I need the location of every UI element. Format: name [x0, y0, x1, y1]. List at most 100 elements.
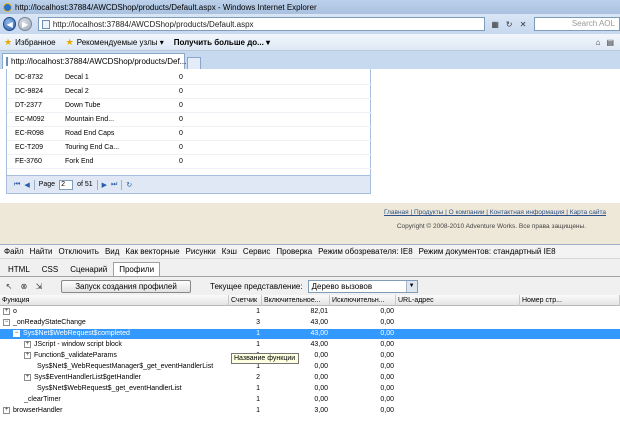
suggested-sites-button[interactable]: ★ Рекомендуемые узлы ▾ [66, 37, 164, 48]
stop-icon[interactable]: ✕ [518, 19, 528, 29]
col-url[interactable]: URL-адрес [396, 295, 520, 306]
tab-css[interactable]: CSS [36, 262, 64, 276]
search-input[interactable]: Search AOL [534, 17, 620, 31]
tab-profiler[interactable]: Профили [113, 262, 161, 276]
menu-outline[interactable]: Как векторные [125, 247, 179, 256]
menu-disable[interactable]: Отключить [59, 247, 99, 256]
menu-cache[interactable]: Кэш [222, 247, 237, 256]
prev-page-icon[interactable]: ◀ [24, 181, 29, 189]
forward-button[interactable]: ▶ [18, 17, 32, 31]
feeds-icon[interactable]: ▤ [606, 38, 614, 47]
tree-row[interactable]: Sys$Net$_WebRequestManager$_get_eventHan… [0, 362, 620, 372]
tree-row[interactable]: + o 1 82,01 0,00 [0, 307, 620, 317]
exclusive-cell: 0,00 [380, 396, 394, 403]
current-view-select[interactable]: Дерево вызовов ▼ [307, 279, 418, 293]
tree-row[interactable]: + Sys$EventHandlerList$getHandler 2 0,00 … [0, 373, 620, 383]
collapse-icon[interactable]: − [3, 318, 10, 326]
address-tools: ▦ ↻ ✕ [490, 19, 528, 29]
table-row[interactable]: EC-T209 Touring End Ca... 0 [7, 141, 372, 155]
inclusive-cell: 43,00 [310, 330, 328, 337]
count-cell: 1 [256, 330, 260, 337]
tab-script[interactable]: Сценарий [64, 262, 113, 276]
browser-tab[interactable]: http://localhost:37884/AWCDShop/products… [2, 53, 186, 69]
pager-separator [33, 179, 35, 190]
inclusive-cell: 3,00 [314, 407, 328, 414]
menu-document-mode[interactable]: Режим документов: стандартный IE8 [419, 247, 556, 256]
table-row[interactable]: DC-9824 Decal 2 0 [7, 85, 372, 99]
exclusive-cell: 0,00 [380, 352, 394, 359]
menu-file[interactable]: Файл [4, 247, 24, 256]
expand-icon[interactable]: + [24, 340, 31, 348]
favorites-button[interactable]: ★ Избранное [4, 37, 56, 48]
home-icon[interactable]: ⌂ [596, 38, 601, 47]
expand-icon[interactable]: + [3, 307, 10, 315]
table-row[interactable]: DT-2377 Down Tube 0 [7, 99, 372, 113]
title-bar: http://localhost:37884/AWCDShop/products… [0, 0, 620, 14]
tree-row[interactable]: Sys$Net$WebRequest$_get_eventHandlerList… [0, 384, 620, 394]
start-profiling-button[interactable]: Запуск создания профилей [61, 279, 191, 293]
function-name: Function$_validateParams [34, 352, 117, 359]
url-input[interactable]: http://localhost:37884/AWCDShop/products… [37, 17, 486, 31]
function-cell: + JScript - window script block [24, 340, 229, 350]
refresh-grid-icon[interactable]: ↻ [126, 181, 132, 189]
clear-icon[interactable]: ⊗ [19, 281, 29, 291]
menu-browser-mode[interactable]: Режим обозревателя: IE8 [318, 247, 413, 256]
product-code: EC-T209 [15, 144, 44, 151]
tree-row[interactable]: + browserHandler 1 3,00 0,00 [0, 406, 620, 416]
function-name: browserHandler [13, 407, 63, 414]
product-qty: 0 [179, 102, 183, 109]
count-cell: 1 [256, 308, 260, 315]
tree-row[interactable]: +Function$_validateParams 1 0,00 0,00 [0, 351, 620, 361]
expand-icon[interactable]: + [24, 373, 31, 381]
tree-row[interactable]: − _onReadyStateChange 3 43,00 0,00 [0, 318, 620, 328]
table-row[interactable]: FE-3760 Fork End 0 [7, 155, 372, 169]
page-number-input[interactable]: 2 [59, 179, 74, 190]
select-element-icon[interactable]: ↖ [4, 281, 14, 291]
tree-row[interactable]: + JScript - window script block 1 43,00 0… [0, 340, 620, 350]
compatibility-icon[interactable]: ▦ [490, 19, 500, 29]
col-exclusive[interactable]: Исключительн... [330, 295, 396, 306]
export-icon[interactable]: ⇲ [34, 281, 44, 291]
function-name: Sys$Net$WebRequest$completed [23, 330, 130, 337]
count-cell: 1 [256, 407, 260, 414]
product-name: Fork End [65, 158, 94, 165]
exclusive-cell: 0,00 [380, 385, 394, 392]
last-page-icon[interactable]: ⏭ [111, 181, 117, 189]
back-button[interactable]: ◀ [3, 17, 17, 31]
tree-row[interactable]: _clearTimer 1 0,00 0,00 [0, 395, 620, 405]
next-page-icon[interactable]: ▶ [102, 181, 107, 189]
col-line[interactable]: Номер стр... [520, 295, 620, 306]
col-count[interactable]: Счетчик [229, 295, 262, 306]
exclusive-cell: 0,00 [380, 363, 394, 370]
profiler-tree: Функция Счетчик Включительное... Исключи… [0, 295, 620, 426]
get-more-addons-button[interactable]: Получить больше до... ▾ [174, 38, 270, 47]
col-function[interactable]: Функция [0, 295, 229, 306]
menu-images[interactable]: Рисунки [186, 247, 216, 256]
footer-links[interactable]: Главная | Продукты | О компании | Контак… [384, 209, 606, 216]
menu-view[interactable]: Вид [105, 247, 119, 256]
new-tab-button[interactable] [187, 57, 201, 69]
product-name: Decal 1 [65, 74, 89, 81]
table-row[interactable]: EC-R098 Road End Caps 0 [7, 127, 372, 141]
tab-html[interactable]: HTML [2, 262, 36, 276]
product-name: Decal 2 [65, 88, 89, 95]
expand-icon[interactable]: + [3, 406, 10, 414]
tree-row-selected[interactable]: − Sys$Net$WebRequest$completed 1 43,00 0,… [0, 329, 620, 339]
count-cell: 2 [256, 374, 260, 381]
refresh-icon[interactable]: ↻ [504, 19, 514, 29]
menu-tools[interactable]: Сервис [243, 247, 270, 256]
menu-validate[interactable]: Проверка [276, 247, 312, 256]
favorites-bar: ★ Избранное ★ Рекомендуемые узлы ▾ Получ… [0, 34, 620, 51]
inclusive-cell: 0,00 [314, 396, 328, 403]
menu-find[interactable]: Найти [30, 247, 53, 256]
table-row[interactable]: DC-8732 Decal 1 0 [7, 71, 372, 85]
table-row[interactable]: EC-M092 Mountain End... 0 [7, 113, 372, 127]
profiler-header: Функция Счетчик Включительное... Исключи… [0, 295, 620, 306]
col-inclusive[interactable]: Включительное... [262, 295, 330, 306]
exclusive-cell: 0,00 [380, 319, 394, 326]
first-page-icon[interactable]: ⏮ [14, 181, 20, 189]
collapse-icon[interactable]: − [13, 329, 20, 337]
tab-page-icon [6, 57, 8, 66]
expand-icon[interactable]: + [24, 351, 31, 359]
function-cell: Sys$Net$_WebRequestManager$_get_eventHan… [37, 363, 214, 370]
